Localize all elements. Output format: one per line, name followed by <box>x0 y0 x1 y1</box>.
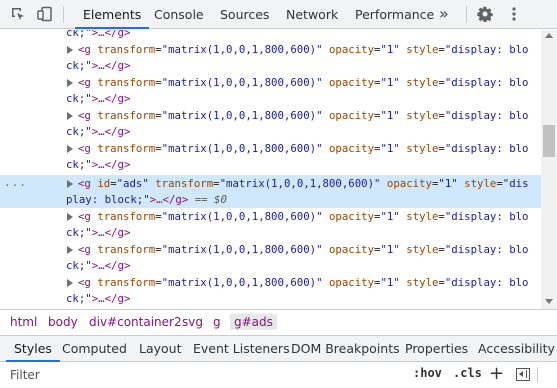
breadcrumb-html[interactable]: html <box>10 315 37 329</box>
tab-layout[interactable]: Layout <box>139 336 182 362</box>
filter-input[interactable] <box>0 362 405 388</box>
tab-performance[interactable]: Performance <box>355 0 434 29</box>
tab-computed[interactable]: Computed <box>62 336 127 362</box>
tree-node-g[interactable]: <g transform="matrix(1,0,0,1,800,600)" o… <box>0 275 541 292</box>
tree-line-continuation: play: block;">…</g> == $0 <box>66 193 227 206</box>
tree-line-continuation: ck;">…</g> <box>66 158 131 171</box>
tab-styles[interactable]: Styles <box>6 336 60 362</box>
breadcrumb-g[interactable]: g <box>213 315 221 329</box>
expand-triangle-icon[interactable] <box>67 213 73 221</box>
scroll-down-arrow-icon[interactable] <box>545 299 553 304</box>
tree-line-continuation: ck;">…</g> <box>66 59 131 72</box>
sidebar-tabs: Styles Computed Layout Event Listeners D… <box>0 335 557 362</box>
toggle-sidebar-icon[interactable] <box>516 368 530 381</box>
tab-event-listeners[interactable]: Event Listeners <box>193 336 290 362</box>
tree-node-g[interactable]: <g transform="matrix(1,0,0,1,800,600)" o… <box>0 141 541 158</box>
tab-dom-breakpoints[interactable]: DOM Breakpoints <box>291 336 400 362</box>
elements-tree[interactable]: ... ck;">…</g> <g transform="matrix(1,0,… <box>0 30 541 309</box>
breadcrumb-div-container2[interactable]: div#container2 <box>89 315 182 329</box>
tree-node-g[interactable]: <g transform="matrix(1,0,0,1,800,600)" o… <box>0 108 541 125</box>
tree-line-continuation: ck;">…</g> <box>66 292 131 305</box>
tree-line-continuation: ck;">…</g> <box>66 259 131 272</box>
toolbar-divider <box>63 6 64 23</box>
tree-line-continuation: ck;">…</g> <box>66 92 131 105</box>
class-toggle[interactable]: .cls <box>453 366 482 380</box>
breadcrumb-body[interactable]: body <box>48 315 78 329</box>
filter-divider <box>537 367 538 383</box>
expand-triangle-icon[interactable] <box>67 46 73 54</box>
tree-line-continuation: ck;">…</g> <box>66 125 131 138</box>
console-ref-dollar0: == $0 <box>188 193 227 206</box>
tab-network[interactable]: Network <box>286 0 338 29</box>
scrollbar-thumb[interactable] <box>543 125 555 157</box>
styles-filter-bar: :hov .cls + <box>0 362 557 388</box>
expand-triangle-icon[interactable] <box>67 145 73 153</box>
tree-line-continuation: ck;">…</g> <box>66 30 131 39</box>
tab-elements[interactable]: Elements <box>75 0 150 29</box>
tab-properties[interactable]: Properties <box>405 336 468 362</box>
tree-line-continuation: ck;">…</g> <box>66 226 131 239</box>
expand-triangle-icon[interactable] <box>67 246 73 254</box>
expand-triangle-icon[interactable] <box>67 79 73 87</box>
more-tabs-button[interactable]: » <box>439 0 449 29</box>
tree-node-g[interactable]: <g transform="matrix(1,0,0,1,800,600)" o… <box>0 75 541 92</box>
toolbar-divider <box>466 6 467 23</box>
breadcrumb-g-ads[interactable]: g#ads <box>230 314 277 330</box>
expand-triangle-icon[interactable] <box>67 279 73 287</box>
breadcrumb-svg[interactable]: svg <box>182 315 203 329</box>
devtools-toolbar: Elements Console Sources Network Perform… <box>0 0 557 29</box>
tab-sources[interactable]: Sources <box>220 0 269 29</box>
tree-scrollbar[interactable] <box>541 30 557 309</box>
device-toolbar-icon[interactable] <box>36 5 54 23</box>
new-style-rule-button[interactable]: + <box>489 363 504 384</box>
tree-node-g[interactable]: <g transform="matrix(1,0,0,1,800,600)" o… <box>0 42 541 59</box>
settings-gear-icon[interactable] <box>476 5 494 23</box>
expand-triangle-icon[interactable] <box>67 112 73 120</box>
tab-accessibility[interactable]: Accessibility <box>478 336 555 362</box>
tree-node-g[interactable]: <g transform="matrix(1,0,0,1,800,600)" o… <box>0 209 541 226</box>
inspect-element-icon[interactable] <box>9 5 27 23</box>
breadcrumb: html body div#container2 svg g g#ads <box>0 309 557 335</box>
tree-node-g[interactable]: <g transform="matrix(1,0,0,1,800,600)" o… <box>0 242 541 259</box>
scroll-up-arrow-icon[interactable] <box>545 33 553 38</box>
hover-state-toggle[interactable]: :hov <box>413 366 442 380</box>
expand-triangle-icon[interactable] <box>67 180 73 188</box>
tab-console[interactable]: Console <box>154 0 204 29</box>
tree-node-g-ads-selected[interactable]: <g id="ads" transform="matrix(1,0,0,1,80… <box>0 176 541 193</box>
more-options-icon[interactable] <box>505 5 523 23</box>
